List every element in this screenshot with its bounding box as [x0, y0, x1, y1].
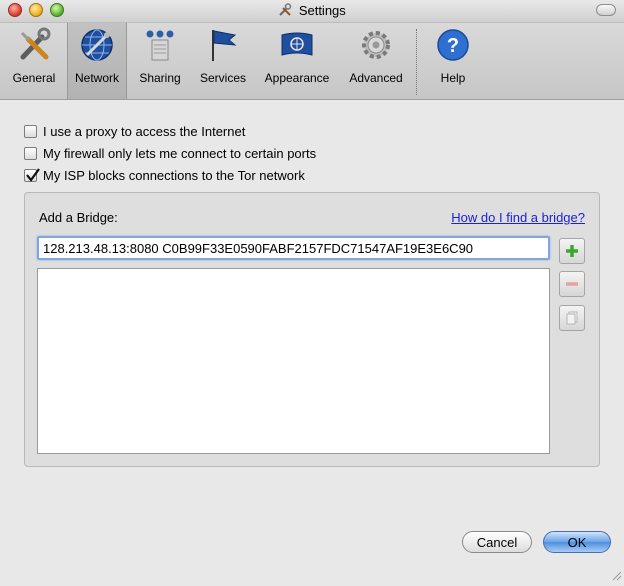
toolbar-separator: [416, 29, 417, 95]
bridge-list[interactable]: [37, 268, 550, 454]
title-bar[interactable]: Settings: [0, 0, 624, 23]
settings-tools-icon: [278, 3, 292, 20]
help-icon: ?: [435, 27, 471, 63]
tab-services-label: Services: [199, 71, 246, 85]
firewall-option[interactable]: My firewall only lets me connect to cert…: [24, 144, 316, 162]
bridge-address-input[interactable]: [37, 236, 550, 260]
resize-grip-icon[interactable]: [610, 569, 622, 584]
tab-appearance[interactable]: Appearance: [260, 23, 334, 99]
copy-icon: [566, 311, 578, 325]
network-globe-icon: [79, 27, 115, 63]
firewall-label: My firewall only lets me connect to cert…: [43, 145, 317, 161]
tab-network[interactable]: Network: [67, 23, 127, 99]
tab-appearance-label: Appearance: [264, 71, 330, 85]
add-bridge-button[interactable]: [559, 238, 585, 264]
tab-sharing[interactable]: Sharing: [131, 23, 189, 99]
isp-blocks-checkbox[interactable]: [24, 167, 40, 182]
settings-window: Settings General Network Sharing Service…: [0, 0, 624, 586]
appearance-flag-icon: [279, 27, 315, 63]
toolbar-toggle-button[interactable]: [596, 4, 616, 16]
firewall-checkbox[interactable]: [24, 146, 37, 160]
proxy-checkbox[interactable]: [24, 124, 37, 138]
tab-general-label: General: [12, 71, 56, 85]
tab-network-label: Network: [74, 71, 119, 85]
isp-blocks-option[interactable]: My ISP blocks connections to the Tor net…: [24, 166, 305, 184]
services-flag-icon: [205, 27, 241, 63]
proxy-option[interactable]: I use a proxy to access the Internet: [24, 122, 245, 140]
plus-icon: [566, 245, 578, 257]
add-bridge-label: Add a Bridge:: [39, 210, 118, 225]
window-title-area: Settings: [0, 3, 624, 20]
remove-bridge-button[interactable]: [559, 271, 585, 297]
find-bridge-help-link[interactable]: How do I find a bridge?: [451, 210, 585, 225]
preferences-toolbar: General Network Sharing Services Appeara…: [0, 23, 624, 100]
tab-help[interactable]: ? Help: [428, 23, 478, 99]
advanced-gear-icon: [358, 27, 394, 63]
svg-text:?: ?: [447, 35, 459, 57]
tab-sharing-label: Sharing: [139, 71, 181, 85]
ok-button[interactable]: OK: [543, 531, 611, 553]
sharing-icon: [142, 27, 178, 63]
tab-advanced-label: Advanced: [349, 71, 403, 85]
general-tools-icon: [16, 27, 52, 63]
tab-services[interactable]: Services: [194, 23, 252, 99]
tab-help-label: Help: [440, 71, 466, 85]
checkmark-icon: [26, 167, 40, 182]
tab-general[interactable]: General: [4, 23, 64, 99]
window-title: Settings: [298, 3, 346, 18]
copy-bridge-button[interactable]: [559, 305, 585, 331]
cancel-button[interactable]: Cancel: [462, 531, 532, 553]
tab-advanced[interactable]: Advanced: [344, 23, 408, 99]
proxy-label: I use a proxy to access the Internet: [43, 123, 246, 139]
isp-blocks-label: My ISP blocks connections to the Tor net…: [43, 167, 305, 183]
minus-icon: [566, 282, 578, 286]
